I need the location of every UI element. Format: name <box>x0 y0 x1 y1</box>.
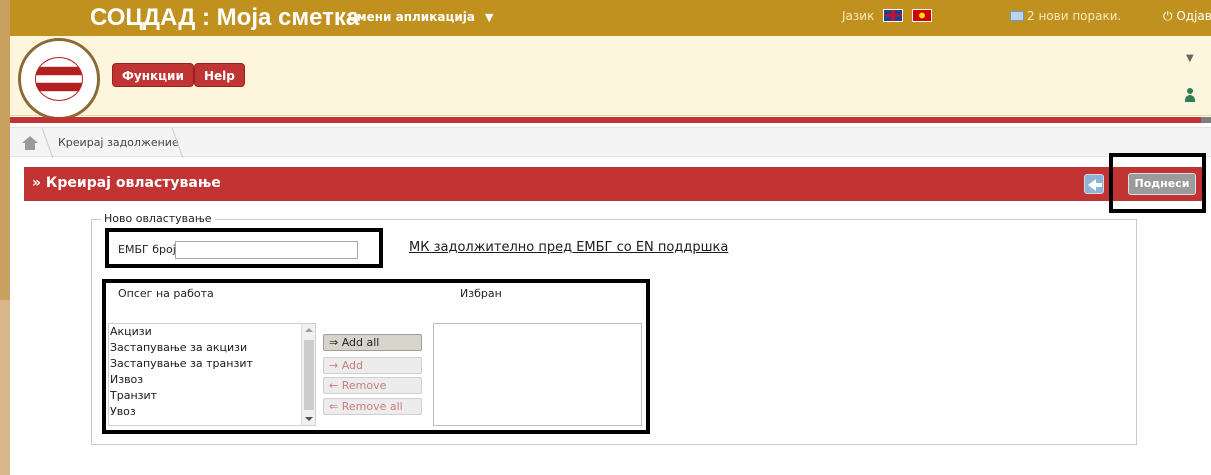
home-icon-base <box>25 143 35 150</box>
section-bar: » Креирај овластување <box>24 167 1205 201</box>
breadcrumb-separator <box>40 128 54 158</box>
logout-link[interactable]: ⏻ Одјава <box>1163 9 1211 24</box>
functions-button[interactable]: Функции <box>112 63 194 87</box>
chevron-down-icon: ▼ <box>484 11 494 24</box>
left-edge-strip-lower <box>0 300 10 475</box>
page-root: СОЦДАД : Моја сметка Смени апликација ▼ Ј… <box>0 0 1211 475</box>
embg-note: МК задолжително пред ЕМБГ со EN поддршка <box>409 240 729 255</box>
home-icon[interactable] <box>22 136 38 150</box>
highlight-box-lists <box>102 279 650 434</box>
app-switch-label: Смени апликација <box>348 10 475 24</box>
home-icon-roof <box>22 136 38 143</box>
user-menu-caret-icon[interactable]: ▼ <box>1186 53 1194 64</box>
section-title: » Креирај овластување <box>32 175 221 191</box>
header-divider <box>10 117 1211 123</box>
customs-logo <box>18 38 100 120</box>
back-arrow-tail <box>1095 183 1102 187</box>
user-icon-body <box>1185 95 1195 102</box>
logo-emblem <box>35 57 83 101</box>
logout-label: Одјава <box>1176 9 1211 23</box>
header-divider-end <box>1201 117 1211 123</box>
app-switch-menu[interactable]: Смени апликација ▼ <box>348 10 493 24</box>
breadcrumb-current[interactable]: Креирај задолжение <box>58 136 179 149</box>
messages-link[interactable]: 2 нови пораки. <box>1010 9 1121 23</box>
messages-label: 2 нови пораки. <box>1027 9 1122 23</box>
back-button[interactable] <box>1084 174 1104 194</box>
user-icon[interactable] <box>1184 88 1196 102</box>
breadcrumb: Креирај задолжение <box>10 127 1211 158</box>
flag-uk-icon[interactable] <box>883 9 904 22</box>
highlight-box-embg <box>105 228 383 268</box>
header: Функции Help <box>10 36 1211 120</box>
flag-mk-icon[interactable] <box>911 9 932 22</box>
mail-icon <box>1010 11 1024 21</box>
power-icon: ⏻ <box>1163 9 1173 23</box>
language-label: Јазик <box>842 9 875 23</box>
app-title: СОЦДАД : Моја сметка <box>90 4 360 31</box>
top-bar: СОЦДАД : Моја сметка Смени апликација ▼ Ј… <box>10 0 1211 36</box>
language-selector: Јазик <box>842 9 932 23</box>
user-icon-head <box>1187 88 1193 94</box>
fieldset-legend: Ново овластување <box>101 212 215 225</box>
highlight-box-submit <box>1109 153 1206 213</box>
help-button[interactable]: Help <box>194 63 245 87</box>
